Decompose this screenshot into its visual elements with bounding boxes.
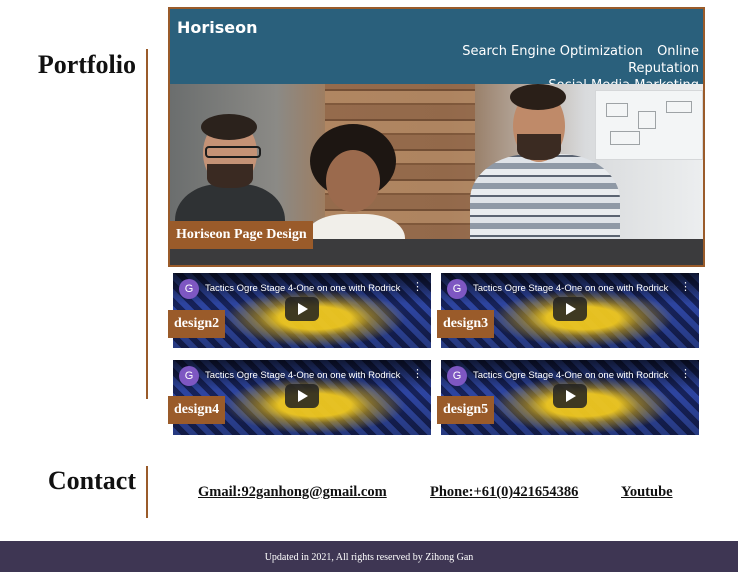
project-label-design4[interactable]: design4 <box>168 396 226 424</box>
footer-text: Updated in 2021, All rights reserved by … <box>264 552 474 563</box>
email-link[interactable]: Gmail:92ganhong@gmail.com <box>198 484 387 501</box>
portfolio-heading: Portfolio <box>37 50 136 79</box>
more-options-icon[interactable]: ⋮ <box>412 281 423 293</box>
featured-project-label[interactable]: Horiseon Page Design <box>170 221 313 249</box>
channel-avatar-icon[interactable]: G <box>447 279 467 299</box>
play-button-icon[interactable] <box>553 297 587 321</box>
portfolio-divider <box>146 49 148 399</box>
footer: Updated in 2021, All rights reserved by … <box>0 541 738 572</box>
horiseon-site-header: Horiseon Search Engine Optimization Onli… <box>170 9 703 93</box>
horiseon-logo: Horiseon <box>177 18 258 37</box>
video-title[interactable]: Tactics Ogre Stage 4-One on one with Rod… <box>205 283 405 294</box>
featured-project-card[interactable]: Horiseon Search Engine Optimization Onli… <box>168 7 705 267</box>
play-button-icon[interactable] <box>285 384 319 408</box>
nav-item-seo: Search Engine Optimization <box>462 44 643 59</box>
channel-avatar-icon[interactable]: G <box>179 366 199 386</box>
play-button-icon[interactable] <box>285 297 319 321</box>
video-title[interactable]: Tactics Ogre Stage 4-One on one with Rod… <box>473 283 673 294</box>
channel-avatar-icon[interactable]: G <box>447 366 467 386</box>
more-options-icon[interactable]: ⋮ <box>412 368 423 380</box>
youtube-link[interactable]: Youtube <box>621 484 673 501</box>
project-label-design5[interactable]: design5 <box>437 396 495 424</box>
project-label-design2[interactable]: design2 <box>168 310 226 338</box>
more-options-icon[interactable]: ⋮ <box>680 281 691 293</box>
phone-link[interactable]: Phone:+61(0)421654386 <box>430 484 578 501</box>
contact-heading: Contact <box>47 466 136 495</box>
project-label-design3[interactable]: design3 <box>437 310 495 338</box>
contact-divider <box>146 466 148 518</box>
channel-avatar-icon[interactable]: G <box>179 279 199 299</box>
more-options-icon[interactable]: ⋮ <box>680 368 691 380</box>
play-button-icon[interactable] <box>553 384 587 408</box>
video-title[interactable]: Tactics Ogre Stage 4-One on one with Rod… <box>205 370 405 381</box>
video-title[interactable]: Tactics Ogre Stage 4-One on one with Rod… <box>473 370 673 381</box>
